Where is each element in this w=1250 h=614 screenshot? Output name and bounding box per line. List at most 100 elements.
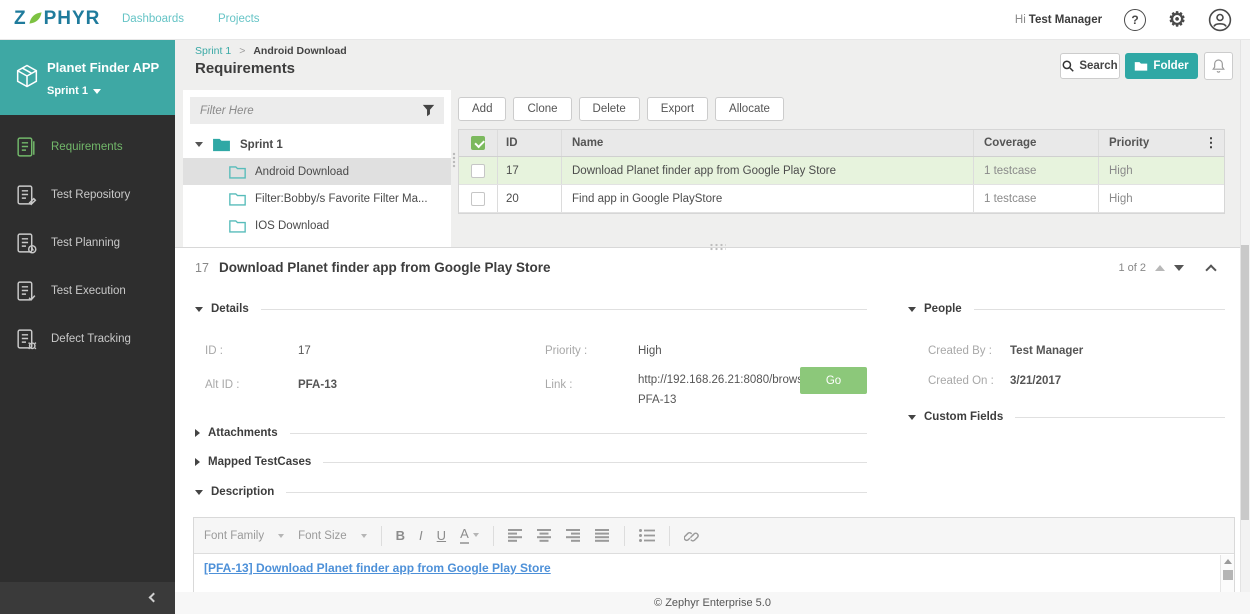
table-header-row: ID Name Coverage Priority ⋮ — [459, 130, 1224, 157]
gear-icon[interactable]: ⚙ — [1168, 10, 1186, 30]
requirements-icon — [17, 136, 35, 157]
folder-button-label: Folder — [1153, 60, 1189, 72]
font-family-dropdown[interactable]: Font Family — [204, 530, 285, 542]
tree-node-sprint[interactable]: Sprint 1 — [183, 131, 451, 158]
user-greeting: Hi Test Manager — [1015, 14, 1102, 26]
font-size-dropdown[interactable]: Font Size — [298, 530, 367, 542]
tree-node-ios-download[interactable]: IOS Download — [183, 212, 451, 239]
section-attachments[interactable]: Attachments — [195, 427, 867, 439]
select-all-checkbox[interactable] — [471, 136, 485, 150]
requirements-table: ID Name Coverage Priority ⋮ 17 Download … — [458, 129, 1225, 214]
font-size-label: Font Size — [298, 529, 347, 542]
filter-input[interactable] — [190, 97, 444, 124]
cube-icon — [16, 64, 38, 88]
project-name: Planet Finder APP — [47, 60, 160, 75]
table-row[interactable]: 17 Download Planet finder app from Googl… — [459, 157, 1224, 185]
sprint-selector[interactable]: Sprint 1 — [47, 85, 101, 97]
section-description[interactable]: Description — [195, 486, 867, 498]
caret-down-icon[interactable] — [195, 142, 203, 147]
bold-button[interactable]: B — [396, 528, 405, 543]
go-button[interactable]: Go — [800, 367, 867, 394]
align-right-icon — [565, 529, 580, 542]
row-checkbox[interactable] — [471, 163, 485, 178]
section-label: Description — [211, 486, 275, 498]
test-execution-icon — [17, 280, 36, 301]
editor-scrollbar[interactable] — [1220, 555, 1234, 592]
delete-button[interactable]: Delete — [578, 97, 640, 121]
italic-button[interactable]: I — [419, 528, 423, 543]
sidebar-item-test-repository[interactable]: Test Repository — [0, 171, 175, 219]
tree-node-android-download[interactable]: Android Download — [183, 158, 451, 185]
breadcrumb-sprint[interactable]: Sprint 1 — [195, 45, 231, 57]
panel-resize-handle[interactable] — [452, 152, 456, 168]
add-button[interactable]: Add — [458, 97, 507, 121]
cell-id: 20 — [497, 185, 561, 212]
id-field-label: ID : — [205, 345, 223, 357]
sidebar-item-test-planning[interactable]: Test Planning — [0, 219, 175, 267]
next-item-icon[interactable] — [1174, 265, 1184, 271]
section-mapped-testcases[interactable]: Mapped TestCases — [195, 456, 867, 468]
collapse-panel-icon[interactable] — [1205, 263, 1217, 276]
page-scrollbar-thumb[interactable] — [1241, 245, 1249, 520]
description-text-area[interactable]: [PFA-13] Download Planet finder app from… — [194, 554, 1234, 592]
defect-tracking-icon — [17, 328, 37, 349]
table-row[interactable]: 20 Find app in Google PlayStore 1 testca… — [459, 185, 1224, 213]
sidebar-item-test-execution[interactable]: Test Execution — [0, 267, 175, 315]
editor-scrollbar-thumb[interactable] — [1223, 570, 1233, 580]
link-field-value[interactable]: http://192.168.26.21:8080/browse/PFA-13 — [638, 371, 816, 410]
section-details[interactable]: Details — [195, 303, 867, 315]
priority-field-label: Priority : — [545, 345, 588, 357]
zephyr-logo[interactable]: Z PHYR — [14, 8, 100, 30]
created-on-value: 3/21/2017 — [1010, 375, 1062, 387]
notifications-button[interactable] — [1204, 52, 1233, 80]
splitter-drag-handle[interactable] — [709, 243, 726, 251]
column-header-coverage[interactable]: Coverage — [973, 130, 1098, 156]
help-icon[interactable]: ? — [1124, 9, 1147, 31]
tree-node-label: IOS Download — [255, 219, 330, 232]
column-menu-icon[interactable]: ⋮ — [1198, 135, 1224, 151]
bullet-list-button[interactable] — [638, 529, 655, 542]
search-button[interactable]: Search — [1060, 53, 1120, 79]
created-by-value: Test Manager — [1010, 345, 1084, 357]
section-people[interactable]: People — [908, 303, 1225, 315]
requirement-detail-panel: 17 Download Planet finder app from Googl… — [175, 247, 1240, 592]
nav-projects[interactable]: Projects — [218, 13, 260, 25]
clone-button[interactable]: Clone — [513, 97, 572, 121]
sidebar-item-defect-tracking[interactable]: Defect Tracking — [0, 315, 175, 363]
scroll-up-icon[interactable] — [1221, 555, 1235, 568]
section-label: Details — [211, 303, 249, 315]
cell-coverage: 1 testcase — [973, 185, 1098, 212]
row-checkbox[interactable] — [471, 191, 485, 206]
detail-id: 17 — [195, 261, 209, 275]
align-left-button[interactable] — [507, 529, 523, 542]
page-scrollbar[interactable] — [1240, 40, 1250, 614]
top-bar: Z PHYR Dashboards Projects Hi Test Manage… — [0, 0, 1250, 40]
column-header-id[interactable]: ID — [497, 130, 561, 156]
caret-right-icon — [195, 429, 200, 437]
section-custom-fields[interactable]: Custom Fields — [908, 411, 1225, 423]
logo-rest: PHYR — [43, 8, 101, 29]
filter-icon[interactable] — [422, 104, 435, 117]
insert-link-button[interactable] — [683, 528, 700, 544]
sidebar-item-requirements[interactable]: Requirements — [0, 123, 175, 171]
column-header-name[interactable]: Name — [561, 130, 973, 156]
align-right-button[interactable] — [565, 529, 581, 542]
align-center-button[interactable] — [536, 529, 552, 542]
sprint-label: Sprint 1 — [47, 85, 88, 97]
align-justify-icon — [594, 529, 609, 542]
column-header-priority[interactable]: Priority — [1098, 130, 1198, 156]
align-justify-button[interactable] — [594, 529, 610, 542]
text-color-button[interactable]: A — [460, 527, 479, 544]
folder-button[interactable]: Folder — [1125, 53, 1198, 79]
previous-item-icon[interactable] — [1155, 265, 1165, 271]
tree-node-filter-bobby[interactable]: Filter:Bobby/s Favorite Filter Ma... — [183, 185, 451, 212]
sidebar-collapse-bar[interactable] — [0, 582, 175, 614]
user-avatar-icon[interactable] — [1208, 8, 1232, 32]
link-field-label: Link : — [545, 379, 573, 391]
nav-dashboards[interactable]: Dashboards — [122, 13, 184, 25]
underline-button[interactable]: U — [437, 528, 446, 543]
allocate-button[interactable]: Allocate — [715, 97, 784, 121]
cell-name: Download Planet finder app from Google P… — [561, 157, 973, 184]
export-button[interactable]: Export — [646, 97, 709, 121]
content-area: Sprint 1 > Android Download Requirements… — [175, 40, 1250, 614]
